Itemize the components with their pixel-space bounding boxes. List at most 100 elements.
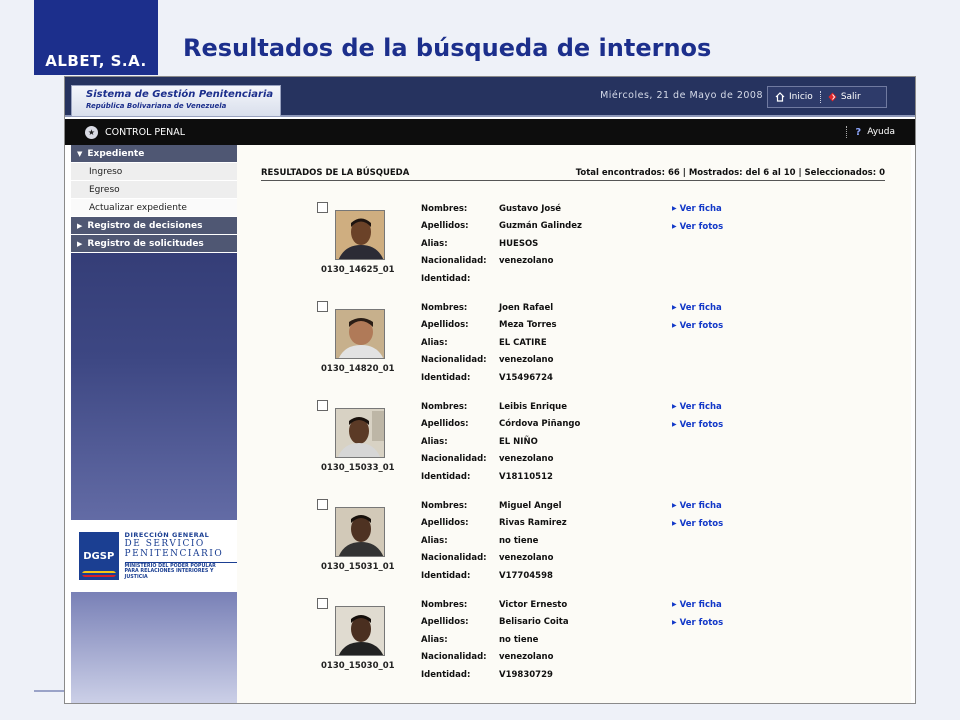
select-checkbox[interactable]: [317, 499, 328, 510]
ver-fotos-link[interactable]: ▶ Ver fotos: [672, 222, 723, 240]
result-entry: 0130_15030_01 Nombres: Victor Ernesto Ape…: [317, 598, 877, 688]
company-logo-text: ALBET, S.A.: [45, 52, 147, 70]
play-icon: ▶: [672, 601, 677, 608]
inmate-code: 0130_15033_01: [321, 463, 395, 473]
sidebar-item-label: Registro de decisiones: [87, 220, 203, 231]
sidebar-item-registro-solicitudes[interactable]: ▶ Registro de solicitudes: [71, 235, 237, 253]
ver-fotos-link[interactable]: ▶ Ver fotos: [672, 420, 723, 438]
dgsp-badge: DGSP: [79, 532, 119, 580]
entry-links: ▶ Ver ficha ▶ Ver fotos: [672, 303, 723, 340]
result-entry: 0130_15031_01 Nombres: Miguel Angel Apell…: [317, 499, 877, 589]
identidad-value: V19830729: [499, 669, 553, 680]
select-checkbox[interactable]: [317, 202, 328, 213]
alias-label: Alias:: [421, 337, 448, 348]
alias-value: EL CATIRE: [499, 337, 547, 348]
nacionalidad-label: Nacionalidad:: [421, 553, 487, 564]
ver-ficha-link[interactable]: ▶ Ver ficha: [672, 501, 723, 519]
apellidos-label: Apellidos:: [421, 320, 469, 331]
results-heading: RESULTADOS DE LA BÚSQUEDA: [261, 168, 410, 178]
chevron-right-icon: ▶: [77, 221, 83, 230]
play-icon: ▶: [672, 502, 677, 509]
ver-ficha-link[interactable]: ▶ Ver ficha: [672, 402, 723, 420]
identidad-label: Identidad:: [421, 372, 471, 383]
play-icon: ▶: [672, 205, 677, 212]
identidad-value: [499, 274, 669, 291]
ver-fotos-label: Ver fotos: [679, 618, 724, 629]
inmate-code: 0130_14820_01: [321, 364, 395, 374]
identidad-value: V18110512: [499, 471, 553, 482]
entry-links: ▶ Ver ficha ▶ Ver fotos: [672, 204, 723, 241]
results-divider: [261, 180, 885, 181]
section-title: CONTROL PENAL: [105, 126, 186, 138]
select-checkbox[interactable]: [317, 598, 328, 609]
select-checkbox[interactable]: [317, 400, 328, 411]
nombres-value: Gustavo José: [499, 204, 562, 214]
ver-fotos-label: Ver fotos: [679, 321, 724, 332]
inmate-photo: [335, 408, 385, 458]
nombres-label: Nombres:: [421, 600, 468, 610]
top-nav: Inicio Salir: [767, 86, 887, 108]
play-icon: ▶: [672, 223, 677, 231]
inmate-photo: [335, 507, 385, 557]
nacionalidad-value: venezolano: [499, 652, 554, 663]
slide-title: Resultados de la búsqueda de internos: [183, 34, 712, 62]
sidebar-item-expediente[interactable]: ▼ Expediente: [71, 145, 237, 163]
entry-links: ▶ Ver ficha ▶ Ver fotos: [672, 402, 723, 439]
play-icon: ▶: [672, 520, 677, 528]
help-link[interactable]: ? Ayuda: [846, 126, 895, 138]
inmate-fields: Nombres: Gustavo José Apellidos: Guzmán Ga…: [421, 204, 669, 291]
ver-ficha-link[interactable]: ▶ Ver ficha: [672, 600, 723, 618]
inmate-photo: [335, 606, 385, 656]
apellidos-value: Meza Torres: [499, 320, 557, 331]
inicio-label: Inicio: [789, 92, 813, 102]
chevron-down-icon: ▼: [77, 149, 83, 158]
apellidos-value: Guzmán Galindez: [499, 221, 582, 232]
identidad-label: Identidad:: [421, 471, 471, 482]
dgsp-line-1: DIRECCIÓN GENERAL: [124, 530, 210, 539]
ver-fotos-link[interactable]: ▶ Ver fotos: [672, 618, 723, 636]
chevron-right-icon: ▶: [77, 239, 83, 248]
nombres-label: Nombres:: [421, 402, 468, 412]
nacionalidad-label: Nacionalidad:: [421, 256, 487, 267]
nacionalidad-value: venezolano: [499, 355, 554, 366]
sidebar-item-egreso[interactable]: Egreso: [71, 181, 237, 199]
apellidos-value: Belisario Coita: [499, 617, 569, 628]
nombres-value: Miguel Angel: [499, 501, 562, 511]
ver-ficha-link[interactable]: ▶ Ver ficha: [672, 303, 723, 321]
sidebar: ▼ Expediente Ingreso Egreso Actualizar e…: [71, 145, 237, 703]
inmate-code: 0130_15030_01: [321, 661, 395, 671]
identidad-label: Identidad:: [421, 669, 471, 680]
sidebar-item-ingreso[interactable]: Ingreso: [71, 163, 237, 181]
ver-fotos-link[interactable]: ▶ Ver fotos: [672, 519, 723, 537]
ver-fotos-label: Ver fotos: [679, 519, 724, 530]
inicio-link[interactable]: Inicio: [768, 92, 820, 102]
nacionalidad-label: Nacionalidad:: [421, 355, 487, 366]
sidebar-item-label: Egreso: [89, 184, 120, 195]
nombres-label: Nombres:: [421, 204, 468, 214]
result-entry: 0130_14820_01 Nombres: Joen Rafael Apelli…: [317, 301, 877, 391]
slide: ALBET, S.A. Resultados de la búsqueda de…: [0, 0, 960, 720]
dgsp-line-2: DE SERVICIO: [124, 539, 205, 550]
sidebar-item-label: Ingreso: [89, 166, 123, 177]
nacionalidad-label: Nacionalidad:: [421, 652, 487, 663]
salir-link[interactable]: Salir: [821, 92, 868, 102]
ver-fotos-link[interactable]: ▶ Ver fotos: [672, 321, 723, 339]
nombres-value: Joen Rafael: [499, 303, 554, 313]
inmate-code: 0130_15031_01: [321, 562, 395, 572]
play-icon: ▶: [672, 304, 677, 311]
play-icon: ▶: [672, 403, 677, 410]
play-icon: ▶: [672, 421, 677, 429]
inmate-code: 0130_14625_01: [321, 265, 395, 275]
sidebar-item-registro-decisiones[interactable]: ▶ Registro de decisiones: [71, 217, 237, 235]
inmate-fields: Nombres: Victor Ernesto Apellidos: Belisar…: [421, 600, 669, 687]
apellidos-label: Apellidos:: [421, 221, 469, 232]
brand-title: Sistema de Gestión Penitenciaria: [86, 89, 274, 100]
results-header: RESULTADOS DE LA BÚSQUEDA Total encontra…: [261, 168, 885, 178]
apellidos-value: Córdova Piñango: [499, 419, 581, 430]
ver-ficha-link[interactable]: ▶ Ver ficha: [672, 204, 723, 222]
select-checkbox[interactable]: [317, 301, 328, 312]
help-separator: [846, 126, 848, 138]
section-bar: ★ CONTROL PENAL ? Ayuda: [65, 119, 915, 145]
sidebar-item-actualizar-expediente[interactable]: Actualizar expediente: [71, 199, 237, 217]
alias-value: HUESOS: [499, 238, 539, 249]
